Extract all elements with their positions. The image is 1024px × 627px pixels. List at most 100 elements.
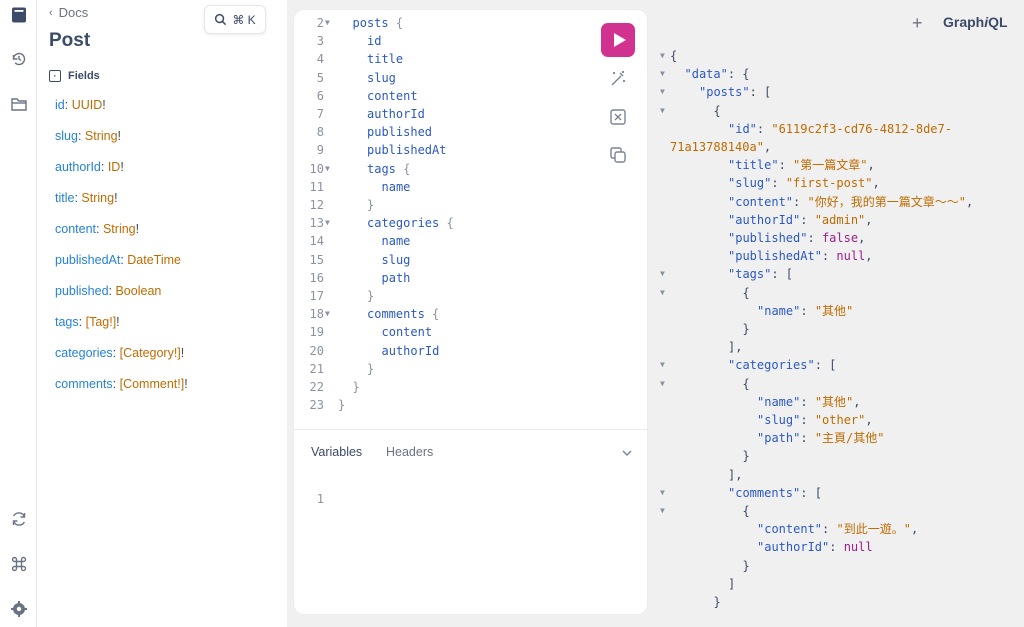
fold-toggle-icon[interactable]: ▼ (325, 160, 335, 178)
field-type[interactable]: String (81, 191, 114, 205)
line-number: 8 (316, 125, 324, 140)
graphiql-logo: GraphiQL (943, 14, 1008, 30)
field-name[interactable]: authorId (55, 160, 101, 174)
field-name[interactable]: tags (55, 315, 79, 329)
code-line: 3 id (294, 32, 594, 50)
field-type[interactable]: ID (108, 160, 121, 174)
docs-panel: ‹ Docs Post · Fields id: UUID! slug: Stri… (37, 0, 287, 627)
code-text: published (367, 125, 433, 140)
fold-toggle-icon[interactable]: ▼ (325, 305, 335, 323)
docs-back-link[interactable]: ‹ Docs (49, 5, 88, 20)
execute-query-button[interactable] (601, 23, 635, 57)
code-line: 18 ▼ comments { (294, 305, 594, 323)
add-tab-button[interactable]: + (912, 13, 923, 34)
tab-headers[interactable]: Headers (386, 445, 433, 459)
prettify-icon[interactable] (607, 67, 629, 89)
docs-field-authorId[interactable]: authorId: ID! (55, 160, 124, 174)
field-type[interactable]: DateTime (127, 253, 181, 267)
code-line: 14 name (294, 232, 594, 250)
fold-toggle-icon[interactable]: ▼ (660, 356, 670, 374)
fold-toggle-icon[interactable]: ▼ (660, 502, 670, 520)
field-type[interactable]: [Category!] (120, 346, 181, 360)
settings-icon[interactable] (0, 596, 37, 622)
result-viewer[interactable]: ▼{▼ "data": {▼ "posts": [▼{"id": "6119c2f3… (652, 46, 1024, 627)
docs-field-published[interactable]: published: Boolean (55, 284, 161, 298)
line-number: 16 (309, 270, 324, 285)
line-number: 18 (309, 307, 324, 322)
code-line: 7 authorId (294, 105, 594, 123)
field-name[interactable]: slug (55, 129, 78, 143)
code-line: 10 ▼ tags { (294, 160, 594, 178)
code-text: posts { (352, 16, 404, 30)
merge-icon[interactable] (607, 106, 629, 128)
field-name[interactable]: comments (55, 377, 113, 391)
code-line: 23} (294, 396, 594, 414)
docs-field-title[interactable]: title: String! (55, 191, 118, 205)
docs-icon[interactable] (0, 2, 37, 28)
field-type[interactable]: [Tag!] (86, 315, 117, 329)
field-nonnull-marker: ! (116, 315, 120, 329)
field-type[interactable]: Boolean (115, 284, 161, 298)
fold-toggle-icon[interactable]: ▼ (325, 214, 335, 232)
page-title: Post (49, 30, 91, 51)
docs-field-content[interactable]: content: String! (55, 222, 139, 236)
code-line: 12} (294, 196, 594, 214)
line-number: 7 (316, 107, 324, 121)
code-line: 8 published (294, 123, 594, 141)
copy-icon[interactable] (607, 144, 629, 166)
line-number: 23 (309, 398, 324, 413)
query-editor[interactable]: 2 ▼ posts {3 id 4 title 5 slug 6 content 7 authorId… (294, 10, 647, 430)
docs-field-comments[interactable]: comments: [Comment!]! (55, 377, 188, 391)
code-line: 19 content (294, 323, 594, 341)
line-number: 5 (316, 70, 324, 85)
code-text: id (367, 34, 382, 49)
field-name[interactable]: title (55, 191, 74, 205)
field-name[interactable]: publishedAt (55, 253, 120, 267)
code-line: 6 content (294, 87, 594, 105)
fold-toggle-icon[interactable]: ▼ (660, 265, 670, 283)
shortcut-icon[interactable] (0, 551, 37, 577)
docs-field-categories[interactable]: categories: [Category!]! (55, 346, 184, 360)
fold-toggle-icon[interactable]: ▼ (660, 375, 670, 393)
refetch-icon[interactable] (0, 506, 37, 532)
tab-variables[interactable]: Variables (311, 445, 362, 459)
code-text: authorId (367, 107, 425, 121)
docs-field-id[interactable]: id: UUID! (55, 98, 106, 112)
code-line: 16 path (294, 269, 594, 287)
code-line: 15 slug (294, 251, 594, 269)
fold-toggle-icon[interactable]: ▼ (660, 284, 670, 302)
fold-toggle-icon[interactable]: ▼ (660, 102, 670, 120)
code-text: } (367, 289, 375, 303)
fold-toggle-icon[interactable]: ▼ (660, 484, 670, 502)
docs-field-slug[interactable]: slug: String! (55, 129, 121, 143)
code-line: 2 ▼ posts { (294, 14, 594, 32)
history-icon[interactable] (0, 46, 37, 72)
docs-field-publishedAt[interactable]: publishedAt: DateTime (55, 253, 181, 267)
code-text: slug (381, 252, 411, 267)
field-type[interactable]: String (85, 129, 118, 143)
code-line: 9 publishedAt (294, 141, 594, 159)
field-type[interactable]: [Comment!] (120, 377, 185, 391)
field-type[interactable]: String (103, 222, 136, 236)
field-name[interactable]: published (55, 284, 109, 298)
explorer-icon[interactable] (0, 91, 37, 117)
code-text: categories { (367, 216, 454, 231)
docs-back-label: Docs (58, 5, 89, 20)
chevron-down-icon[interactable] (620, 446, 634, 460)
line-number: 3 (316, 34, 324, 49)
field-nonnull-marker: ! (184, 377, 188, 391)
fold-toggle-icon[interactable]: ▼ (660, 65, 670, 83)
field-name[interactable]: content (55, 222, 96, 236)
code-line: 20 authorId (294, 342, 594, 360)
search-button[interactable]: ⌘ K (204, 5, 266, 34)
code-line: 5 slug (294, 69, 594, 87)
fold-toggle-icon[interactable]: ▼ (660, 83, 670, 101)
docs-field-tags[interactable]: tags: [Tag!]! (55, 315, 120, 329)
fields-heading: · Fields (49, 70, 100, 82)
field-name[interactable]: categories (55, 346, 113, 360)
field-name[interactable]: id (55, 98, 65, 112)
field-type[interactable]: UUID (72, 98, 103, 112)
line-number: 14 (309, 234, 324, 249)
fold-toggle-icon[interactable]: ▼ (660, 47, 670, 65)
fold-toggle-icon[interactable]: ▼ (325, 14, 335, 32)
